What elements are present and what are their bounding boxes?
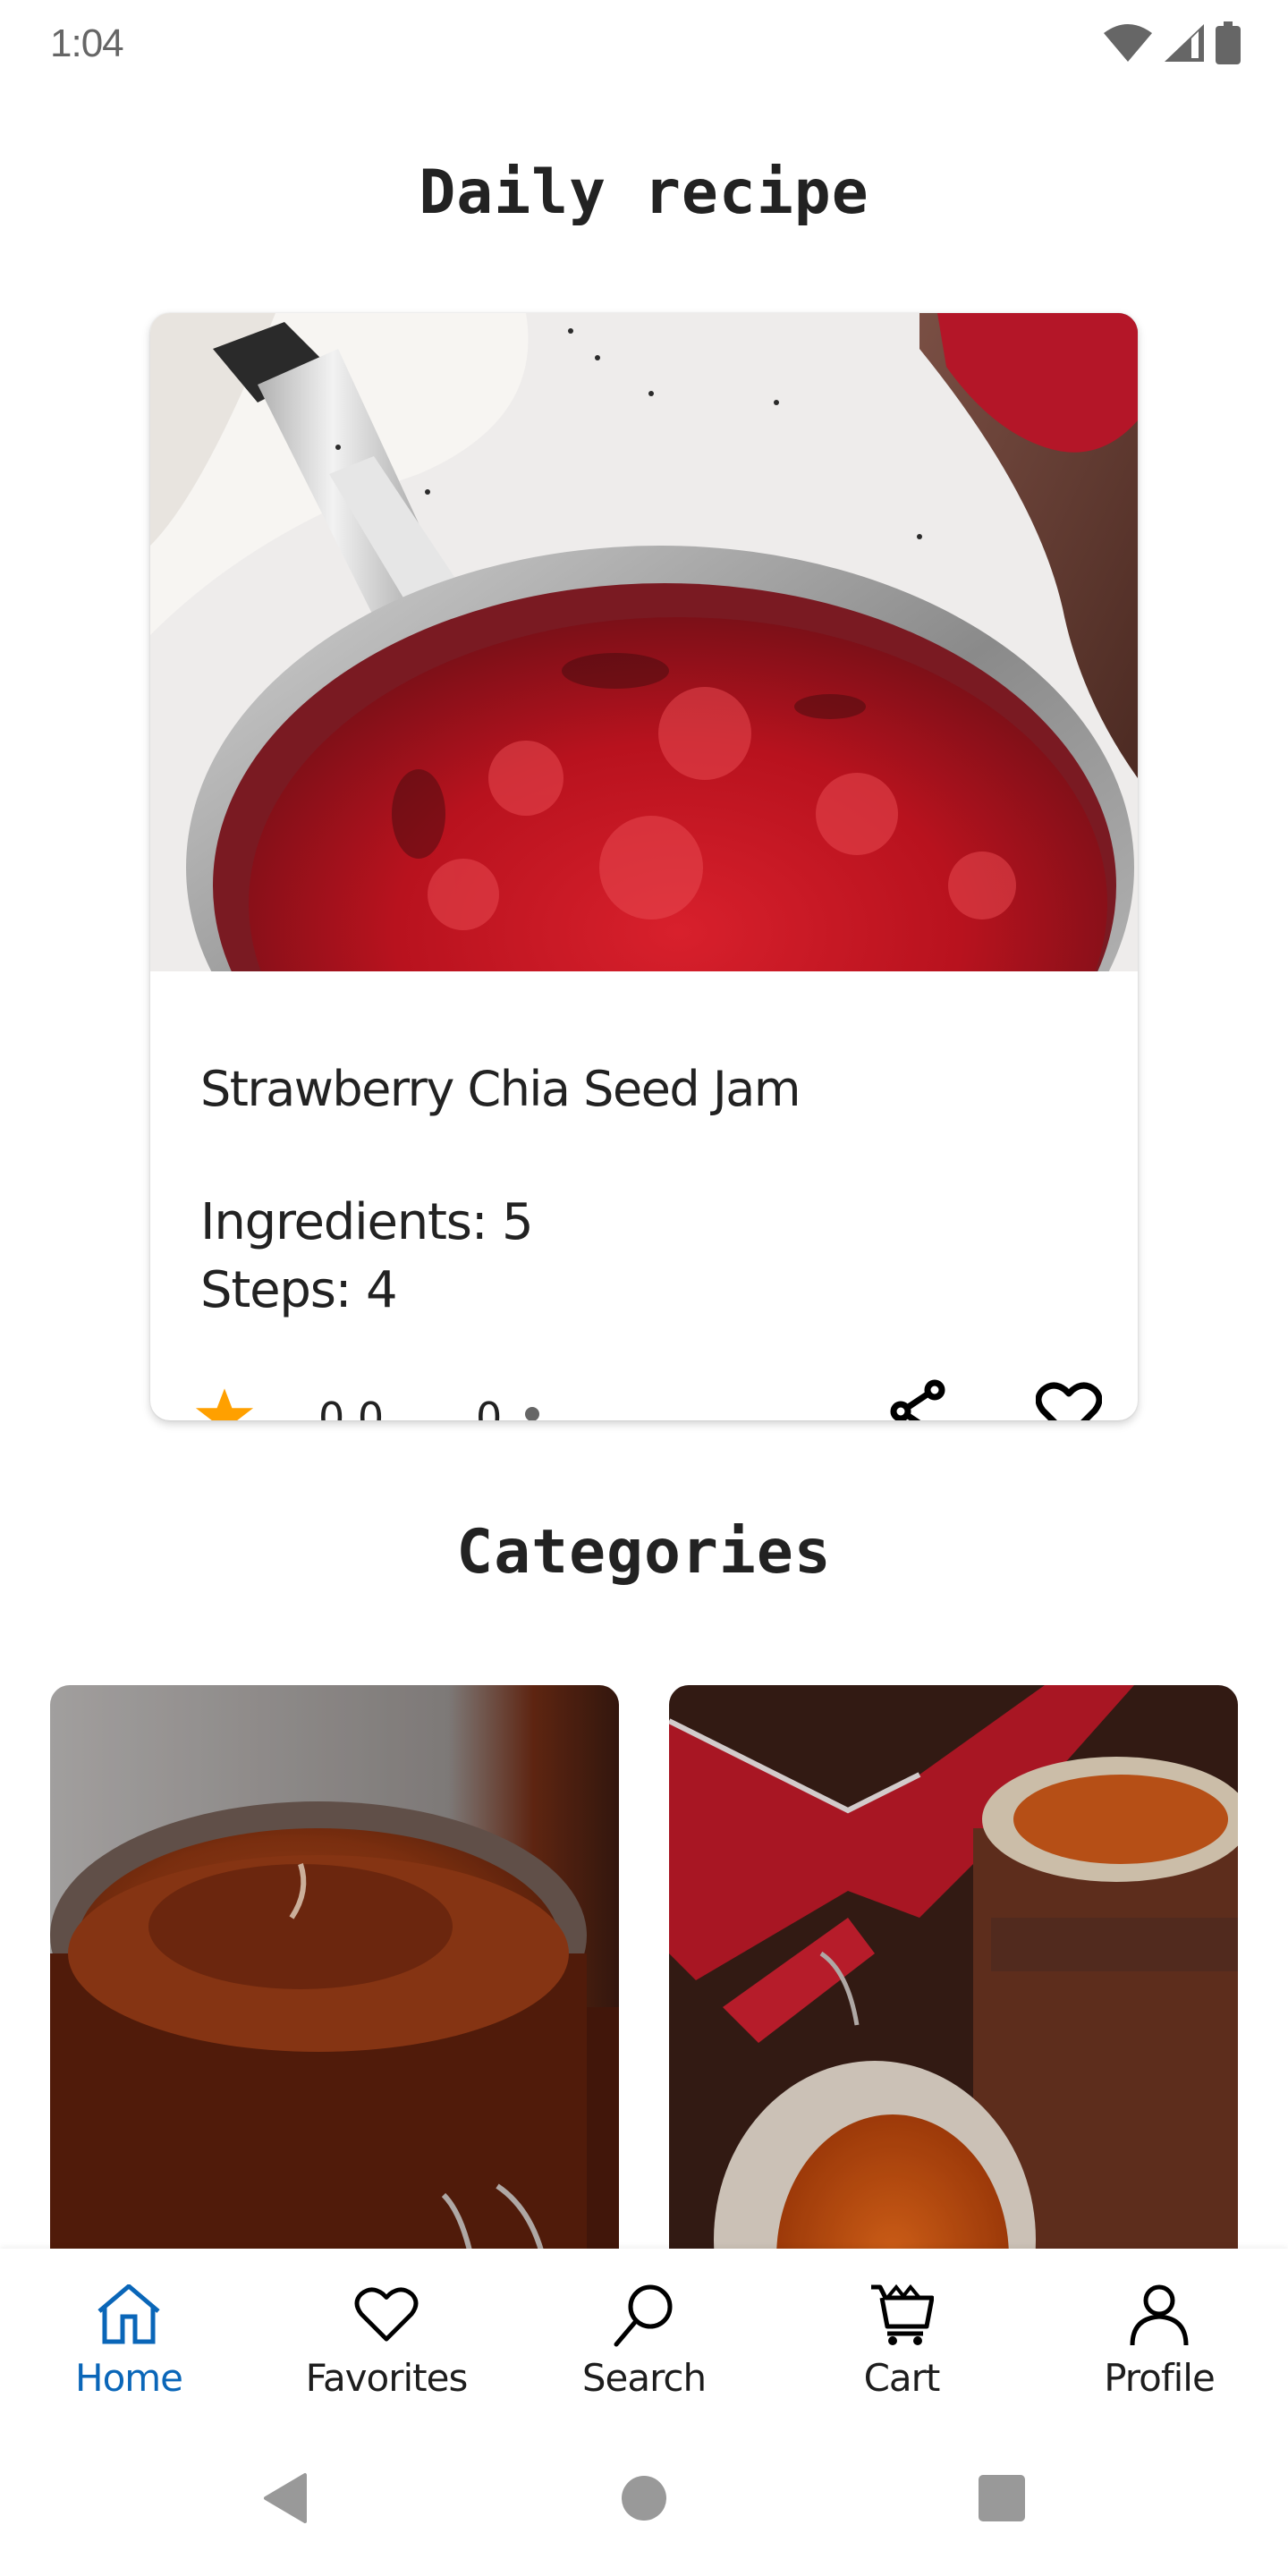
back-triangle-icon <box>264 2473 307 2523</box>
share-button[interactable] <box>882 1374 957 1420</box>
heart-outline-icon <box>1036 1382 1102 1420</box>
share-icon <box>890 1379 945 1420</box>
rating-value: 0.0 <box>318 1394 385 1420</box>
wifi-icon <box>1104 24 1152 62</box>
recipe-name: Strawberry Chia Seed Jam <box>200 1061 801 1117</box>
recipe-footer: 0.0 0 <box>193 1379 1102 1420</box>
nav-item-search[interactable]: Search <box>515 2249 773 2424</box>
nav-item-profile[interactable]: Profile <box>1030 2249 1288 2424</box>
system-back-button[interactable] <box>245 2458 326 2538</box>
nav-label-search: Search <box>581 2356 707 2400</box>
home-icon <box>97 2284 160 2344</box>
reviews-count: 0 <box>476 1394 503 1420</box>
nav-label-favorites: Favorites <box>305 2356 469 2400</box>
category-card[interactable] <box>669 1685 1238 2329</box>
favorite-button[interactable] <box>1030 1374 1107 1420</box>
status-icons <box>1102 21 1241 64</box>
nav-item-favorites[interactable]: Favorites <box>258 2249 515 2424</box>
daily-recipe-title: Daily recipe <box>419 157 869 228</box>
system-recents-button[interactable] <box>962 2458 1042 2538</box>
recents-square-icon <box>979 2475 1025 2521</box>
category-card[interactable] <box>50 1685 619 2329</box>
daily-recipe-card[interactable]: Strawberry Chia Seed Jam Ingredients: 5 … <box>150 313 1138 1420</box>
category-image <box>50 1685 619 2329</box>
categories-title: Categories <box>456 1517 832 1588</box>
nav-label-cart: Cart <box>863 2356 941 2400</box>
nav-label-profile: Profile <box>1104 2356 1216 2400</box>
status-time: 1:04 <box>50 21 124 65</box>
system-home-button[interactable] <box>604 2458 684 2538</box>
category-image <box>669 1685 1238 2329</box>
person-icon <box>525 1407 539 1420</box>
recipe-image <box>150 313 1138 971</box>
nav-item-home[interactable]: Home <box>0 2249 258 2424</box>
search-icon <box>614 2284 673 2347</box>
nav-label-home: Home <box>74 2356 183 2400</box>
status-bar: 1:04 <box>0 0 1288 89</box>
home-circle-icon <box>622 2476 666 2521</box>
cart-icon <box>871 2284 934 2345</box>
system-nav-bar <box>0 2424 1288 2576</box>
nav-item-cart[interactable]: Cart <box>773 2249 1030 2424</box>
cell-signal-icon <box>1165 24 1204 62</box>
bottom-nav: Home Favorites Search Cart Profile <box>0 2249 1288 2424</box>
heart-icon <box>354 2287 419 2342</box>
star-icon <box>195 1388 254 1420</box>
recipe-body: Strawberry Chia Seed Jam Ingredients: 5 … <box>150 971 1138 1420</box>
recipe-ingredients-count: Ingredients: 5 <box>200 1193 534 1251</box>
recipe-steps-count: Steps: 4 <box>200 1261 398 1319</box>
battery-icon <box>1216 21 1241 64</box>
person-icon <box>1130 2284 1189 2346</box>
recipe-photo <box>150 313 1138 971</box>
